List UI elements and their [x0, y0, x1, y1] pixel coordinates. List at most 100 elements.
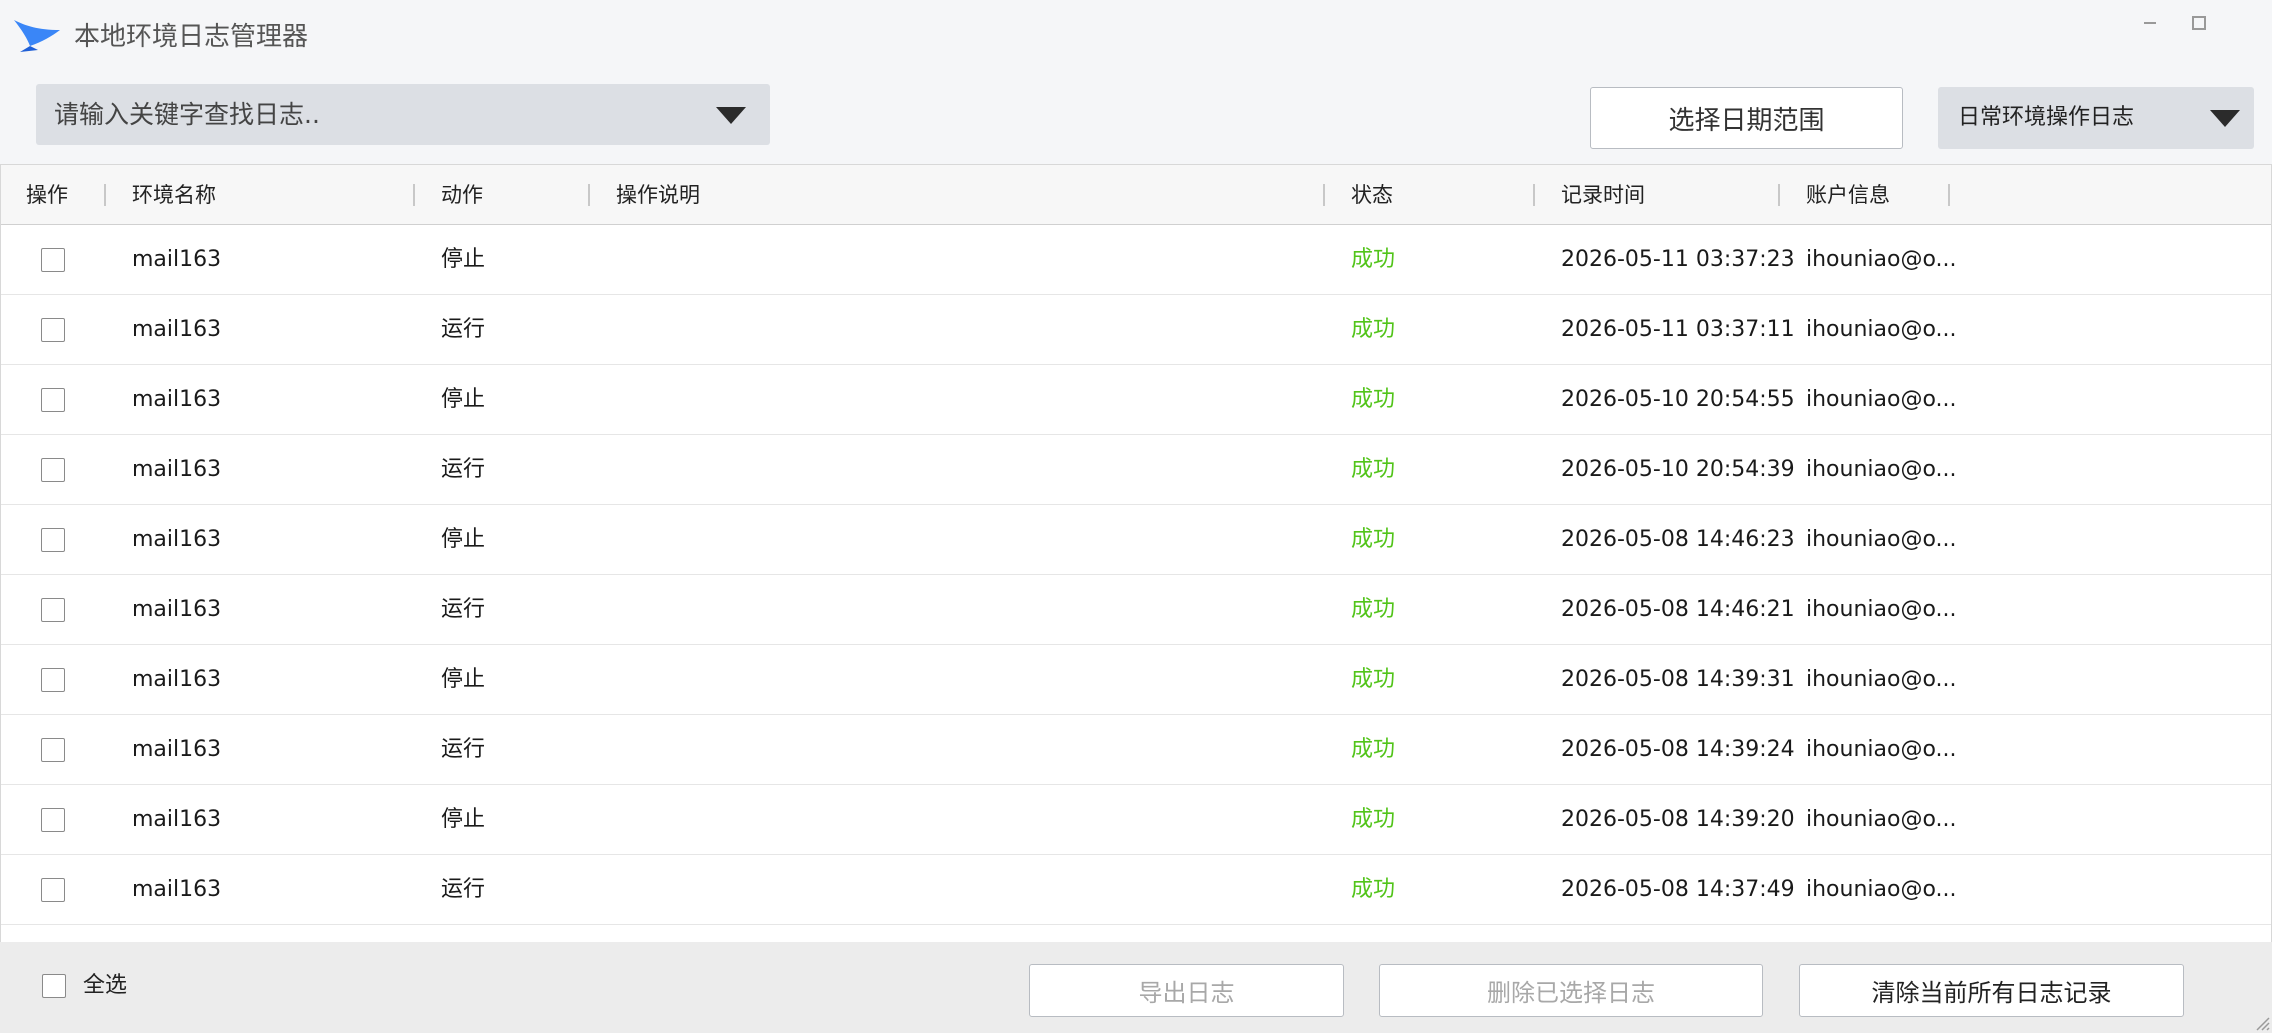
table-row[interactable]: mail163 运行 成功 2026-05-08 14:39:24 ihouni…: [1, 715, 2271, 785]
account-cell: ihouniao@o...: [1806, 247, 1957, 272]
account-cell: ihouniao@o...: [1806, 387, 1957, 412]
time-cell: 2026-05-08 14:39:20: [1561, 807, 1795, 832]
row-checkbox[interactable]: [41, 458, 65, 482]
row-checkbox[interactable]: [41, 248, 65, 272]
minimize-button[interactable]: [2130, 8, 2170, 38]
env-name-cell: mail163: [132, 737, 222, 762]
row-checkbox[interactable]: [41, 668, 65, 692]
time-cell: 2026-05-08 14:39:31: [1561, 667, 1795, 692]
status-cell: 成功: [1351, 387, 1396, 412]
row-checkbox[interactable]: [41, 598, 65, 622]
select-all-label[interactable]: 全选: [83, 971, 127, 1001]
maximize-button[interactable]: [2179, 8, 2219, 38]
status-cell: 成功: [1351, 457, 1396, 482]
env-name-cell: mail163: [132, 807, 222, 832]
header-op: 操作: [26, 183, 68, 207]
time-cell: 2026-05-11 03:37:11: [1561, 317, 1795, 342]
table-row[interactable]: mail163 停止 成功 2026-05-08 14:39:20 ihouni…: [1, 785, 2271, 855]
clear-all-logs-button[interactable]: 清除当前所有日志记录: [1799, 964, 2184, 1017]
column-divider[interactable]: [104, 184, 106, 206]
action-cell: 停止: [441, 667, 486, 692]
search-dropdown-caret-icon[interactable]: [716, 107, 746, 124]
search-box[interactable]: [36, 84, 770, 145]
time-cell: 2026-05-08 14:46:21: [1561, 597, 1795, 622]
resize-grip-icon[interactable]: [2254, 1015, 2270, 1031]
app-logo-icon: [14, 20, 60, 52]
export-logs-button[interactable]: 导出日志: [1029, 964, 1344, 1017]
table-row[interactable]: mail163 停止 成功 2026-05-08 14:46:23 ihouni…: [1, 505, 2271, 575]
action-cell: 运行: [441, 457, 486, 482]
env-name-cell: mail163: [132, 317, 222, 342]
env-name-cell: mail163: [132, 667, 222, 692]
table-row[interactable]: mail163 停止 成功 2026-05-10 20:54:55 ihouni…: [1, 365, 2271, 435]
action-cell: 停止: [441, 387, 486, 412]
env-name-cell: mail163: [132, 597, 222, 622]
status-cell: 成功: [1351, 877, 1396, 902]
log-type-caret-icon: [2210, 110, 2240, 127]
time-cell: 2026-05-08 14:39:24: [1561, 737, 1795, 762]
header-status: 状态: [1351, 183, 1393, 207]
footer-bar: 全选 导出日志 删除已选择日志 清除当前所有日志记录: [0, 942, 2272, 1033]
action-cell: 运行: [441, 877, 486, 902]
header-account: 账户信息: [1806, 183, 1890, 207]
header-action: 动作: [441, 183, 483, 207]
column-divider[interactable]: [1533, 184, 1535, 206]
action-cell: 运行: [441, 597, 486, 622]
column-divider[interactable]: [413, 184, 415, 206]
account-cell: ihouniao@o...: [1806, 877, 1957, 902]
table-row[interactable]: mail163 运行 成功 2026-05-11 03:37:11 ihouni…: [1, 295, 2271, 365]
action-cell: 运行: [441, 737, 486, 762]
env-name-cell: mail163: [132, 387, 222, 412]
table-row[interactable]: mail163 停止 成功 2026-05-08 14:39:31 ihouni…: [1, 645, 2271, 715]
select-all-checkbox[interactable]: [42, 974, 66, 998]
header-env: 环境名称: [132, 183, 216, 207]
status-cell: 成功: [1351, 807, 1396, 832]
status-cell: 成功: [1351, 527, 1396, 552]
title-bar: 本地环境日志管理器: [0, 0, 2272, 76]
column-divider[interactable]: [1323, 184, 1325, 206]
row-checkbox[interactable]: [41, 528, 65, 552]
minimize-icon: [2144, 22, 2156, 24]
account-cell: ihouniao@o...: [1806, 597, 1957, 622]
log-type-select[interactable]: 日常环境操作日志: [1938, 87, 2254, 149]
action-cell: 运行: [441, 317, 486, 342]
header-time: 记录时间: [1561, 183, 1645, 207]
status-cell: 成功: [1351, 247, 1396, 272]
status-cell: 成功: [1351, 317, 1396, 342]
action-cell: 停止: [441, 247, 486, 272]
table-row[interactable]: mail163 运行 成功 2026-05-08 14:46:21 ihouni…: [1, 575, 2271, 645]
log-type-selected-label: 日常环境操作日志: [1958, 105, 2135, 130]
env-name-cell: mail163: [132, 877, 222, 902]
env-name-cell: mail163: [132, 527, 222, 552]
env-name-cell: mail163: [132, 457, 222, 482]
row-checkbox[interactable]: [41, 738, 65, 762]
account-cell: ihouniao@o...: [1806, 737, 1957, 762]
log-table: 操作 环境名称 动作 操作说明 状态 记录时间 账户信息 mail163 停止 …: [0, 164, 2272, 942]
account-cell: ihouniao@o...: [1806, 527, 1957, 552]
row-checkbox[interactable]: [41, 878, 65, 902]
column-divider[interactable]: [1948, 184, 1950, 206]
delete-selected-logs-button[interactable]: 删除已选择日志: [1379, 964, 1763, 1017]
status-cell: 成功: [1351, 597, 1396, 622]
column-divider[interactable]: [1778, 184, 1780, 206]
env-name-cell: mail163: [132, 247, 222, 272]
header-desc: 操作说明: [616, 183, 700, 207]
account-cell: ihouniao@o...: [1806, 317, 1957, 342]
app-title: 本地环境日志管理器: [74, 22, 309, 52]
time-cell: 2026-05-11 03:37:23: [1561, 247, 1795, 272]
time-cell: 2026-05-10 20:54:55: [1561, 387, 1795, 412]
maximize-icon: [2192, 16, 2206, 30]
date-range-button[interactable]: 选择日期范围: [1590, 87, 1903, 149]
status-cell: 成功: [1351, 737, 1396, 762]
time-cell: 2026-05-08 14:37:49: [1561, 877, 1795, 902]
search-input[interactable]: [54, 84, 694, 145]
account-cell: ihouniao@o...: [1806, 807, 1957, 832]
table-row[interactable]: mail163 运行 成功 2026-05-10 20:54:39 ihouni…: [1, 435, 2271, 505]
row-checkbox[interactable]: [41, 318, 65, 342]
table-row[interactable]: mail163 运行 成功 2026-05-08 14:37:49 ihouni…: [1, 855, 2271, 925]
row-checkbox[interactable]: [41, 388, 65, 412]
column-divider[interactable]: [588, 184, 590, 206]
row-checkbox[interactable]: [41, 808, 65, 832]
table-header: 操作 环境名称 动作 操作说明 状态 记录时间 账户信息: [1, 165, 2271, 225]
table-row[interactable]: mail163 停止 成功 2026-05-11 03:37:23 ihouni…: [1, 225, 2271, 295]
